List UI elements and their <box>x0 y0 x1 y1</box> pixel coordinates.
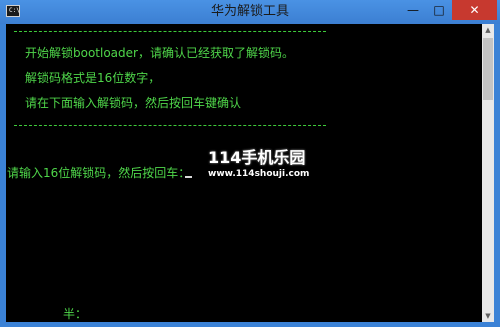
console-line-3: 请在下面输入解锁码，然后按回车键确认 <box>25 96 242 110</box>
separator-bottom <box>14 125 326 127</box>
watermark: 114手机乐园 www.114shouji.com <box>208 149 309 191</box>
console-line-2: 解锁码格式是16位数字， <box>25 71 161 85</box>
console-bottom-text: 半： <box>63 307 88 321</box>
scroll-up-arrow-icon[interactable]: ▲ <box>482 24 494 36</box>
minimize-button[interactable]: — <box>400 0 426 20</box>
vertical-scrollbar[interactable]: ▲ ▼ <box>482 24 494 322</box>
scroll-down-arrow-icon[interactable]: ▼ <box>482 310 494 322</box>
title-bar[interactable]: C:\ 华为解锁工具 — □ ✕ <box>0 0 500 24</box>
text-cursor[interactable] <box>185 176 192 178</box>
console-window: C:\ 华为解锁工具 — □ ✕ 开始解锁bootloader，请确认已经获取了… <box>0 0 500 327</box>
watermark-url: www.114shouji.com <box>208 169 310 179</box>
console-line-1: 开始解锁bootloader，请确认已经获取了解锁码。 <box>25 46 294 60</box>
console-output[interactable]: 开始解锁bootloader，请确认已经获取了解锁码。 解锁码格式是16位数字，… <box>6 24 482 322</box>
close-button[interactable]: ✕ <box>452 0 497 20</box>
maximize-button[interactable]: □ <box>426 0 452 20</box>
scroll-thumb[interactable] <box>483 38 493 100</box>
input-prompt: 请输入16位解锁码，然后按回车： <box>7 166 191 180</box>
watermark-brand: 114手机乐园 <box>208 148 306 167</box>
separator-top <box>14 31 326 33</box>
